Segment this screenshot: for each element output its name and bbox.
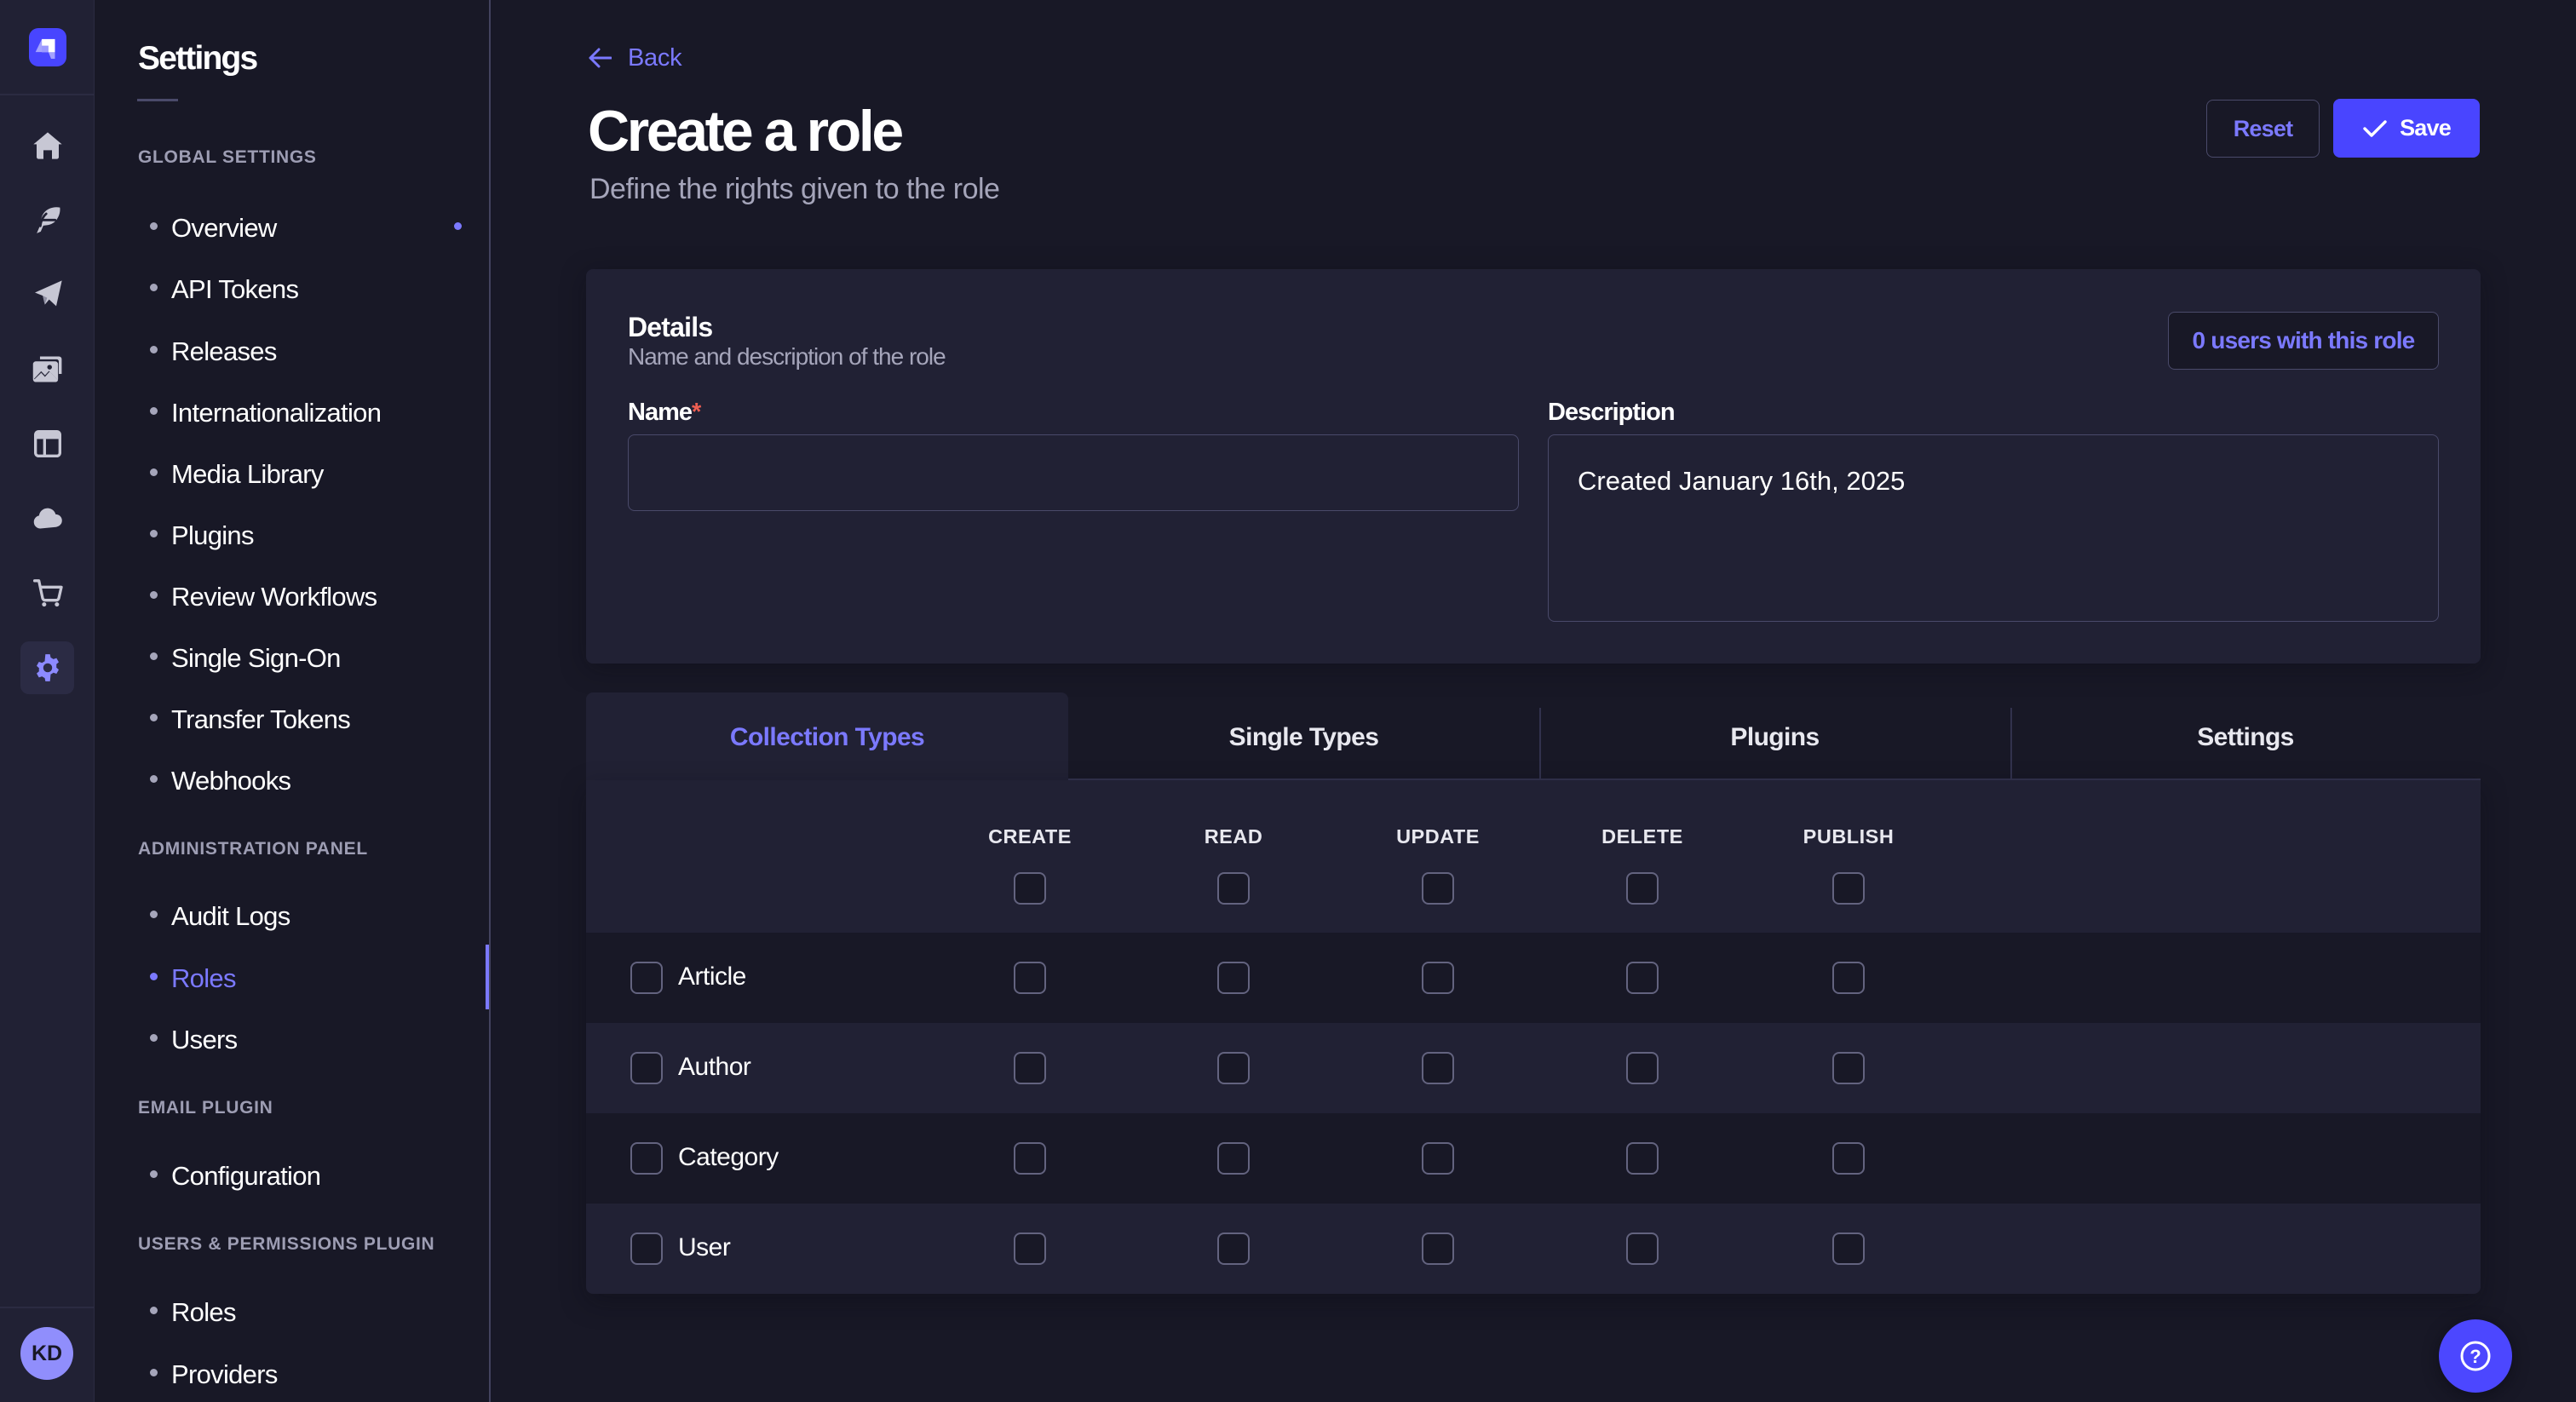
svg-text:?: ? xyxy=(2470,1346,2481,1367)
